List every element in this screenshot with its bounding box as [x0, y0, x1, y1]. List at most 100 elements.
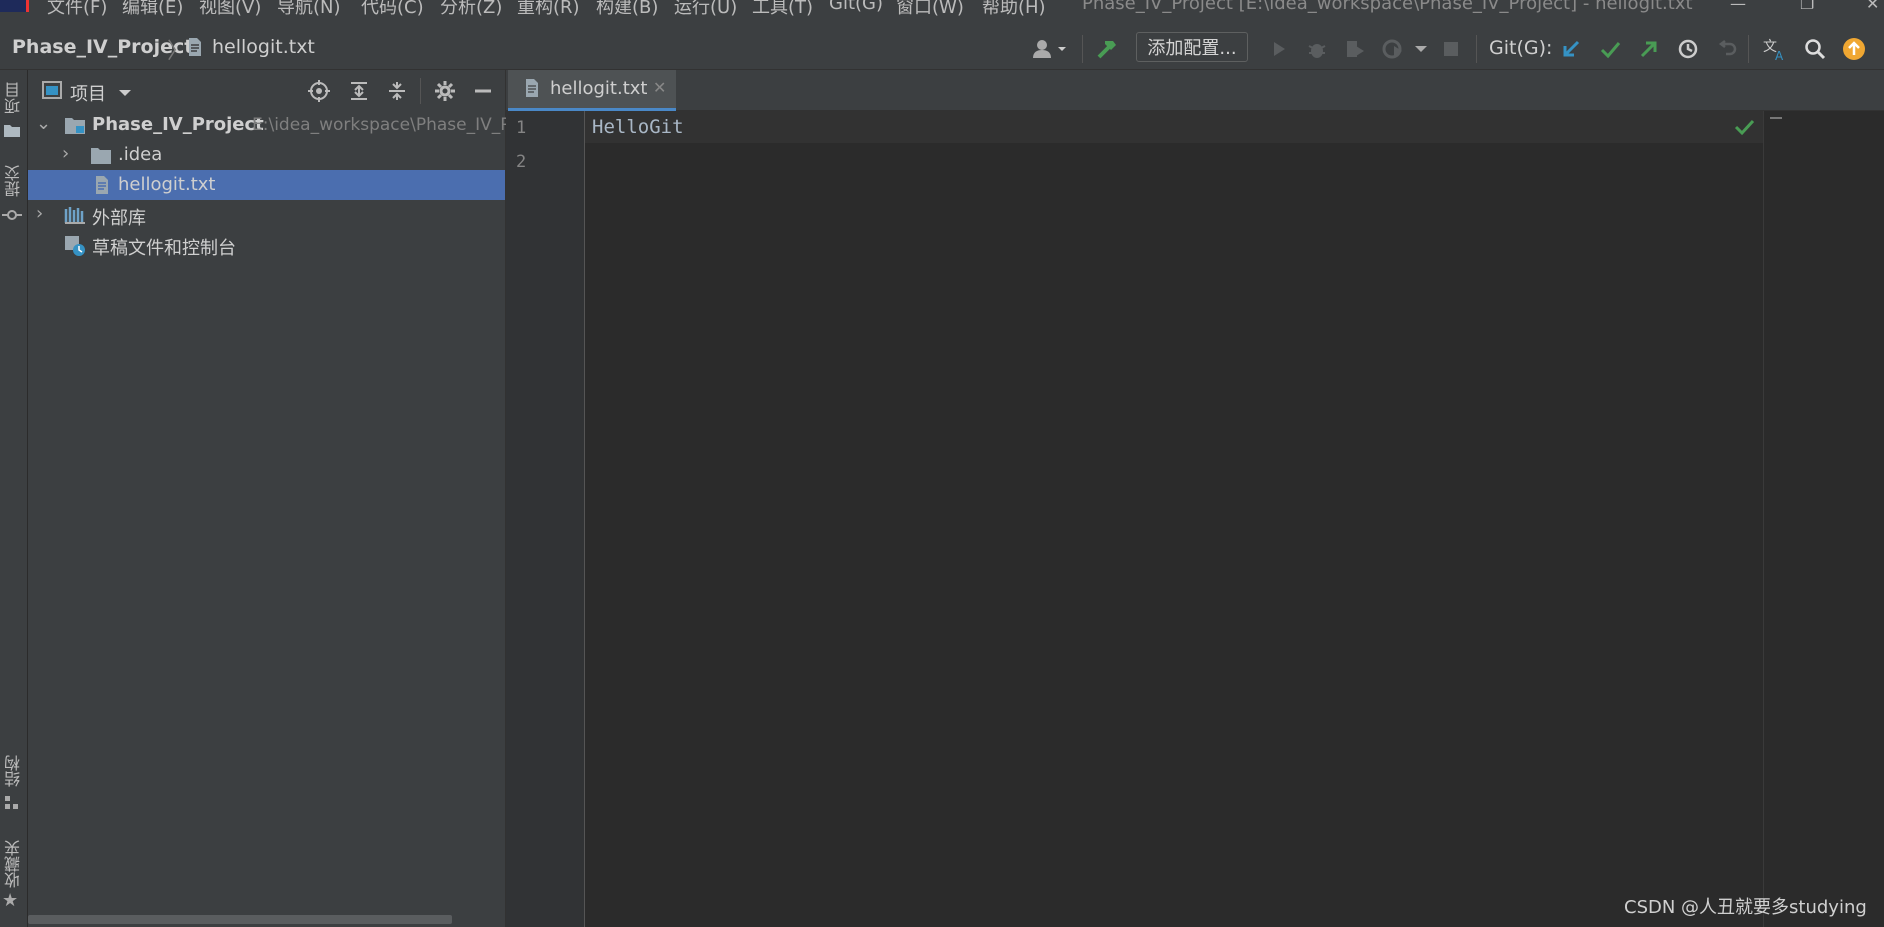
- text-file-icon: [94, 175, 110, 200]
- coverage-icon[interactable]: [1342, 36, 1368, 62]
- project-panel-title[interactable]: 项目: [70, 80, 106, 106]
- git-history-icon[interactable]: [1675, 36, 1701, 62]
- editor-tab-bar: hellogit.txt ✕: [506, 70, 1884, 112]
- menu-edit[interactable]: 编辑(E): [122, 0, 183, 17]
- tool-tab-structure[interactable]: 结构: [2, 755, 26, 787]
- git-commit-icon[interactable]: [1597, 36, 1623, 62]
- toolbar-separator: [1082, 35, 1083, 63]
- editor-tab-hellogit[interactable]: hellogit.txt ✕: [508, 70, 676, 112]
- app-logo-icon: [0, 0, 29, 12]
- toolbar-separator: [1476, 35, 1477, 63]
- tool-tab-favorites[interactable]: 收藏夹: [2, 840, 26, 888]
- hide-panel-icon[interactable]: [470, 78, 496, 104]
- menu-bar: 文件(F) 编辑(E) 视图(V) 导航(N) 代码(C) 分析(Z) 重构(R…: [0, 0, 1884, 17]
- left-tool-strip: 项目 提交 结构 收藏夹 ★: [0, 70, 28, 927]
- menu-run[interactable]: 运行(U): [674, 0, 737, 17]
- restore-icon[interactable]: ❐: [1800, 0, 1814, 13]
- tree-item-label: .idea: [118, 144, 163, 165]
- menu-build[interactable]: 构建(B): [596, 0, 658, 17]
- run-icon[interactable]: [1266, 36, 1292, 62]
- debug-icon[interactable]: [1304, 36, 1330, 62]
- editor-gutter: 1 2: [506, 111, 585, 927]
- expand-all-icon[interactable]: [346, 78, 372, 104]
- locate-file-icon[interactable]: [306, 78, 332, 104]
- translate-icon[interactable]: 文A: [1762, 36, 1788, 62]
- horizontal-scrollbar[interactable]: [28, 915, 452, 924]
- git-push-icon[interactable]: [1636, 36, 1662, 62]
- current-line-highlight: [585, 111, 1763, 143]
- breadcrumb-separator-icon: 〉: [167, 39, 190, 64]
- menu-view[interactable]: 视图(V): [199, 0, 261, 17]
- menu-file[interactable]: 文件(F): [47, 0, 107, 17]
- folder-icon: [3, 122, 21, 143]
- structure-icon: [4, 795, 20, 816]
- navigation-toolbar: Phase_IV_Project 〉 hellogit.txt 添加配置... …: [0, 17, 1884, 70]
- tool-tab-commit-label: 提交: [4, 165, 23, 197]
- gear-icon[interactable]: [432, 78, 458, 104]
- line-number: 1: [516, 118, 527, 138]
- editor-tab-label: hellogit.txt: [550, 78, 648, 99]
- tree-item-scratches[interactable]: 草稿文件和控制台: [28, 230, 505, 260]
- user-dropdown-icon[interactable]: [1030, 36, 1070, 62]
- tree-item-label: hellogit.txt: [118, 174, 216, 195]
- inspection-ok-icon[interactable]: [1733, 118, 1755, 141]
- git-label: Git(G):: [1489, 37, 1553, 59]
- star-icon: ★: [2, 890, 19, 911]
- chevron-right-icon[interactable]: ›: [62, 143, 69, 164]
- minimize-icon[interactable]: —: [1730, 0, 1746, 13]
- toolbar-separator: [1748, 35, 1749, 63]
- text-file-icon: [524, 78, 540, 103]
- tree-item-label: 外部库: [92, 208, 146, 229]
- menu-git[interactable]: Git(G): [829, 0, 883, 14]
- menu-navigate[interactable]: 导航(N): [277, 0, 341, 17]
- watermark-text: CSDN @人丑就要多studying: [1624, 897, 1867, 918]
- panel-separator: [420, 78, 421, 104]
- menu-help[interactable]: 帮助(H): [982, 0, 1046, 17]
- close-icon[interactable]: ✕: [653, 78, 666, 97]
- git-rollback-icon[interactable]: [1714, 36, 1740, 62]
- commit-icon: [2, 205, 22, 226]
- menu-window[interactable]: 窗口(W): [896, 0, 964, 17]
- chevron-right-icon[interactable]: ›: [36, 203, 43, 224]
- text-file-icon: [187, 37, 203, 62]
- chevron-down-icon[interactable]: [118, 82, 132, 103]
- close-window-icon[interactable]: ✕: [1866, 0, 1879, 13]
- library-icon: [64, 206, 86, 229]
- tool-tab-structure-label: 结构: [4, 755, 23, 787]
- scroll-marker: [1770, 117, 1782, 119]
- menu-analyze[interactable]: 分析(Z): [440, 0, 502, 17]
- code-line[interactable]: HelloGit: [592, 116, 684, 138]
- tree-item-external-libraries[interactable]: › 外部库: [28, 200, 505, 230]
- profiler-icon[interactable]: [1380, 36, 1406, 62]
- project-panel-header: 项目: [28, 70, 505, 110]
- tree-item-label: 草稿文件和控制台: [92, 238, 236, 259]
- scratches-icon: [64, 235, 86, 262]
- tool-tab-project[interactable]: 项目: [2, 82, 26, 114]
- collapse-all-icon[interactable]: [384, 78, 410, 104]
- git-update-icon[interactable]: [1558, 36, 1584, 62]
- menu-tools[interactable]: 工具(T): [752, 0, 813, 17]
- menu-refactor[interactable]: 重构(R): [517, 0, 580, 17]
- line-number: 2: [516, 152, 527, 172]
- build-hammer-icon[interactable]: [1094, 36, 1120, 62]
- tree-item-path: E:\idea_workspace\Phase_IV_P: [252, 115, 511, 135]
- chevron-down-icon[interactable]: ⌄: [36, 113, 51, 134]
- add-configuration-button[interactable]: 添加配置...: [1136, 32, 1248, 62]
- menu-code[interactable]: 代码(C): [361, 0, 424, 17]
- tool-tab-project-label: 项目: [4, 82, 23, 114]
- folder-icon: [90, 147, 112, 170]
- svg-text:A: A: [1775, 49, 1784, 62]
- search-icon[interactable]: [1802, 36, 1828, 62]
- tool-tab-commit[interactable]: 提交: [2, 165, 26, 197]
- tree-item-project-root[interactable]: ⌄ Phase_IV_Project E:\idea_workspace\Pha…: [28, 110, 510, 140]
- more-run-options-icon[interactable]: [1408, 36, 1434, 62]
- tree-item-hellogit-file[interactable]: hellogit.txt: [28, 170, 505, 200]
- update-available-icon[interactable]: [1841, 36, 1867, 62]
- breadcrumb-file[interactable]: hellogit.txt: [212, 36, 315, 58]
- stop-icon[interactable]: [1438, 36, 1464, 62]
- tree-item-idea-folder[interactable]: › .idea: [28, 140, 505, 170]
- project-panel: 项目 ⌄ Phase_IV_Project E:\idea_workspace\…: [28, 70, 510, 927]
- window-title: Phase_IV_Project [E:\idea_workspace\Phas…: [1082, 0, 1693, 14]
- tool-tab-favorites-label: 收藏夹: [4, 840, 23, 888]
- project-folder-icon: [64, 117, 86, 140]
